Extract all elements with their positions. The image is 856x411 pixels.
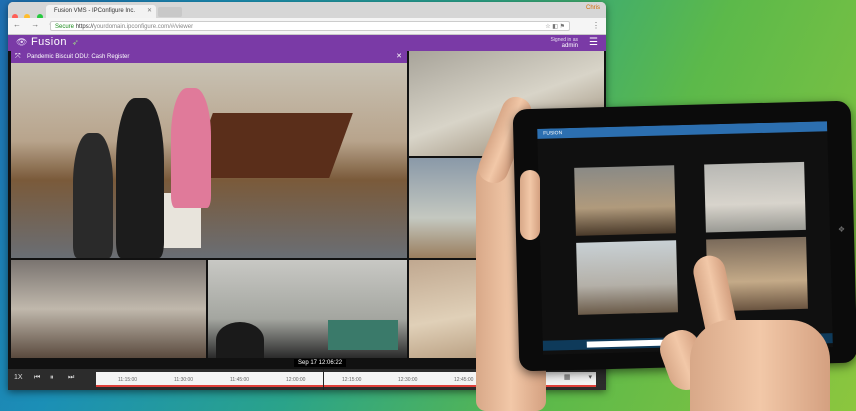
url-host: yourdomain.ipconfigure.com/#/viewer: [93, 24, 194, 30]
address-bar-row: ← → ⟳ Secure https://yourdomain.ipconfig…: [8, 18, 606, 35]
tablet-home-button-icon[interactable]: ❖: [838, 225, 848, 235]
pause-icon[interactable]: ⏸: [50, 374, 54, 382]
camera-tile-5[interactable]: [208, 260, 407, 358]
hamburger-menu-icon[interactable]: ☰: [589, 37, 598, 48]
timeline-tick: 11:15:00: [118, 377, 138, 383]
address-bar-icons[interactable]: ☆ ◧ ⚑: [545, 22, 565, 32]
timeline-right-icons[interactable]: ^ ▦ ▾: [543, 373, 600, 381]
tab-close-icon[interactable]: ✕: [147, 5, 152, 18]
timeline-tick: 12:45:00: [454, 377, 474, 383]
main-camera-title: Pandemic Biscuit ODU: Cash Register: [27, 54, 130, 60]
scene-person: [116, 98, 164, 258]
tablet-camera-tile[interactable]: [574, 165, 676, 236]
url-input[interactable]: Secure https://yourdomain.ipconfigure.co…: [50, 21, 570, 31]
timeline-cursor[interactable]: [323, 369, 324, 390]
expand-icon[interactable]: ⤧: [15, 51, 21, 63]
scene-person: [73, 133, 113, 258]
skip-forward-icon[interactable]: ⏭: [68, 374, 74, 382]
bird-icon: ➶: [71, 38, 80, 47]
scene-person: [171, 88, 211, 208]
timeline-tick: 12:30:00: [398, 377, 418, 383]
eye-logo-icon: 👁: [16, 37, 28, 47]
url-scheme: https://: [75, 24, 94, 30]
logo-text: Fusion: [30, 36, 67, 48]
timeline-tick: 12:15:00: [342, 377, 362, 383]
scene-machine: [216, 322, 264, 358]
tablet-camera-tile[interactable]: [576, 240, 678, 315]
browser-profile-chip[interactable]: Chris: [586, 5, 600, 11]
tab-title: Fusion VMS - IPConfigure Inc.: [54, 8, 136, 14]
fusion-logo[interactable]: 👁 Fusion ➶: [16, 36, 79, 48]
scene-counter: [189, 113, 353, 178]
right-hand: [690, 320, 830, 411]
left-hand-thumb: [520, 170, 540, 240]
current-timestamp: Sep 17 12:06:22: [294, 359, 347, 367]
tablet-app-header: FUSION: [537, 121, 828, 139]
timeline-tick: 11:45:00: [230, 377, 250, 383]
close-camera-icon[interactable]: ✕: [396, 51, 402, 63]
tablet-camera-tile[interactable]: [704, 161, 806, 233]
timeline-tick: 11:30:00: [174, 377, 194, 383]
main-camera-header: ⤧ Pandemic Biscuit ODU: Cash Register ✕: [11, 51, 407, 63]
skip-back-icon[interactable]: ⏮: [34, 374, 40, 382]
new-tab-button[interactable]: [158, 7, 182, 17]
camera-tile-main[interactable]: [11, 63, 407, 258]
scene-display-case: [328, 320, 398, 350]
speed-label[interactable]: 1X: [14, 374, 23, 381]
browser-tab-bar: Fusion VMS - IPConfigure Inc. ✕ Chris: [8, 2, 606, 20]
secure-label: Secure: [55, 24, 75, 30]
timeline-tick: 12:00:00: [286, 377, 306, 383]
browser-tab[interactable]: Fusion VMS - IPConfigure Inc. ✕: [46, 5, 156, 18]
browser-menu-icon[interactable]: ⋮: [592, 21, 600, 30]
signed-in-user: admin: [561, 43, 578, 49]
app-header: 👁 Fusion ➶ Signed in as admin ☰: [8, 35, 606, 51]
signed-in-info: Signed in as admin: [550, 37, 578, 49]
camera-tile-4[interactable]: [11, 260, 206, 358]
